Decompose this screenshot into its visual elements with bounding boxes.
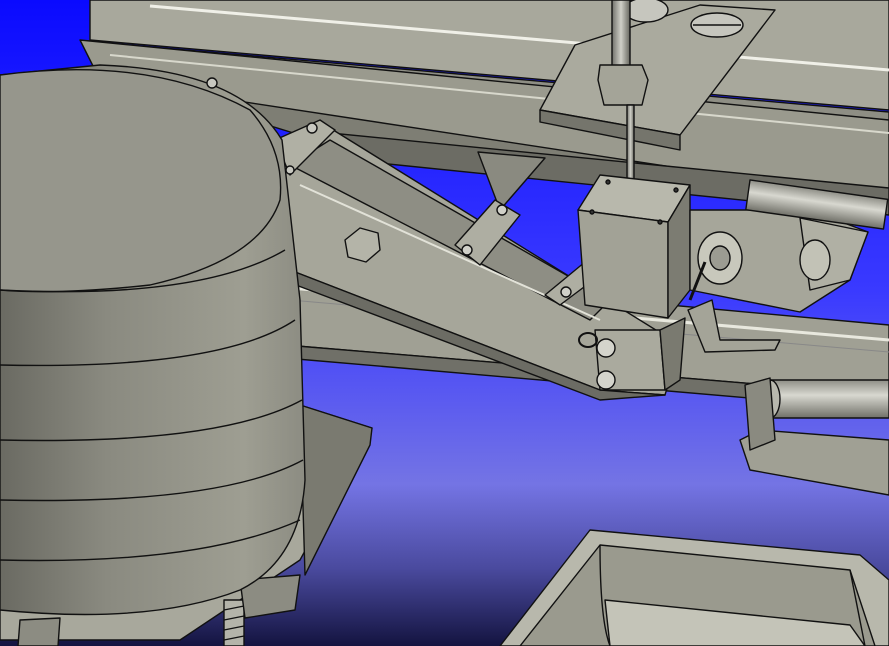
threaded-stud[interactable] xyxy=(223,599,245,646)
actuator-block[interactable] xyxy=(577,174,691,319)
cad-viewport[interactable] xyxy=(0,0,889,646)
rod-nut[interactable] xyxy=(597,64,649,106)
screw-head[interactable] xyxy=(560,286,572,298)
vertical-rod[interactable] xyxy=(611,0,631,71)
screw-head[interactable] xyxy=(496,204,508,216)
base-foot-left xyxy=(17,617,61,646)
cylinder-tank[interactable] xyxy=(0,64,306,616)
hex-nut[interactable] xyxy=(799,239,831,281)
cad-3d-model-view[interactable] xyxy=(0,0,889,646)
screw-head[interactable] xyxy=(461,244,473,256)
thin-rod[interactable] xyxy=(626,104,635,181)
cylinder-screw[interactable] xyxy=(206,77,218,89)
phillips-screw[interactable] xyxy=(596,338,616,358)
horizontal-rod[interactable] xyxy=(759,379,889,419)
phillips-screw[interactable] xyxy=(596,370,616,390)
